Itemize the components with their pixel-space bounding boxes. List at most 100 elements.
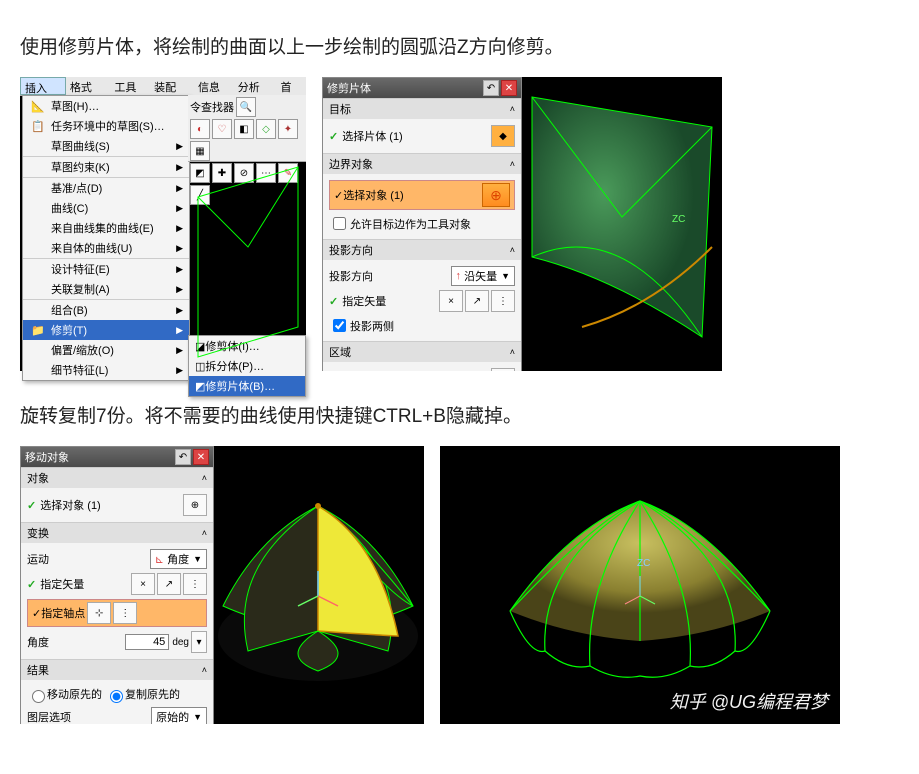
motion-select[interactable]: ⊾ 角度▼ <box>150 549 207 569</box>
section-boundary: 边界对象˄ ✓ 选择对象 (1) ⊕ 允许目标边作为工具对象 <box>323 153 521 239</box>
projection-dir-select[interactable]: ↑ 沿矢量▼ <box>451 266 515 286</box>
tool-icon[interactable]: ◧ <box>234 119 254 139</box>
allow-tool-row[interactable]: 允许目标边作为工具对象 <box>329 212 515 235</box>
section-title: 变换 <box>27 525 49 541</box>
menu-assembly[interactable]: 装配(A) <box>150 77 194 95</box>
check-icon: ✓ <box>32 607 41 620</box>
tool-icon[interactable]: ✦ <box>278 119 298 139</box>
select-object-icon[interactable]: ⊕ <box>183 494 207 516</box>
tool-icon[interactable]: 🔍 <box>236 97 256 117</box>
submenu-arrow-icon: ▶ <box>176 284 183 295</box>
trim-viewport[interactable]: ZC <box>522 77 722 371</box>
section-header[interactable]: 投影方向˄ <box>323 240 521 260</box>
proj-both-checkbox[interactable] <box>333 319 346 332</box>
radio-label: 复制原先的 <box>125 689 180 701</box>
angle-row: 角度 45 deg ▾ <box>27 629 207 655</box>
dialog-title: 移动对象 <box>25 449 69 465</box>
submenu-arrow-icon: ▶ <box>176 183 183 194</box>
specify-pivot-row[interactable]: ✓ 指定轴点 ⊹ ⋮ <box>27 599 207 627</box>
vector-btn-2[interactable]: ↗ <box>465 290 489 312</box>
angle-input[interactable]: 45 <box>125 634 169 650</box>
vec-btn[interactable]: ⋮ <box>183 573 207 595</box>
dialog-titlebar[interactable]: 修剪片体 ↶ ✕ <box>323 78 521 98</box>
section-header[interactable]: 目标˄ <box>323 99 521 119</box>
section-header[interactable]: 区域˄ <box>323 342 521 362</box>
toolbar-area: 令查找器 🔍 ◐ ♡ ◧ ◇ ✦ ▦ ◩ ✚ ⊘ ⋯ ✎ ╱ <box>188 95 306 162</box>
menu-task-sketch[interactable]: 📋任务环境中的草图(S)… <box>23 116 189 136</box>
menu-curve-from-set[interactable]: 来自曲线集的曲线(E)▶ <box>23 218 189 238</box>
menu-tools[interactable]: 工具(I) <box>110 77 150 95</box>
tool-icon[interactable]: ◐ <box>190 119 210 139</box>
result-viewport[interactable]: ZC <box>440 446 840 724</box>
close-button[interactable]: ✕ <box>501 80 517 96</box>
move-viewport[interactable] <box>212 446 424 724</box>
check-icon: ✓ <box>329 295 338 308</box>
specify-vector-row[interactable]: ✓ 指定矢量 × ↗ ⋮ <box>329 288 515 314</box>
menu-curve[interactable]: 曲线(C)▶ <box>23 198 189 218</box>
undo-button[interactable]: ↶ <box>483 80 499 96</box>
row-label: 选择对象 (1) <box>343 187 404 203</box>
dropdown-icon: ▼ <box>193 554 202 564</box>
dialog-titlebar[interactable]: 移动对象 ↶ ✕ <box>21 447 213 467</box>
pivot-btn[interactable]: ⋮ <box>113 602 137 624</box>
vec-btn[interactable]: ↗ <box>157 573 181 595</box>
screenshot-trim-dialog: 修剪片体 ↶ ✕ 目标˄ ✓ 选择片体 (1) ◆ 边界对象˄ <box>322 77 722 371</box>
figure-row-1: 插入(S) 格式(R) 工具(I) 装配(A) 信息(I) 分析(L) 首选 📐… <box>20 77 899 371</box>
vector-btn-3[interactable]: ⋮ <box>491 290 515 312</box>
menu-analysis[interactable]: 分析(L) <box>234 77 277 95</box>
menu-sketch-curve[interactable]: 草图曲线(S)▶ <box>23 136 189 157</box>
select-object-row[interactable]: ✓ 选择对象 (1) ⊕ <box>27 492 207 518</box>
menu-info[interactable]: 信息(I) <box>194 77 234 95</box>
menu-offset-scale[interactable]: 偏置/缩放(O)▶ <box>23 340 189 360</box>
menu-detail-feature[interactable]: 细节特征(L)▶ <box>23 360 189 380</box>
menu-pref[interactable]: 首选 <box>276 77 306 95</box>
menu-curve-from-body[interactable]: 来自体的曲线(U)▶ <box>23 238 189 259</box>
select-sheet-row[interactable]: ✓ 选择片体 (1) ◆ <box>329 123 515 149</box>
submenu-arrow-icon: ▶ <box>176 203 183 214</box>
copy-orig-radio[interactable]: 复制原先的 <box>105 686 180 703</box>
section-header[interactable]: 变换˄ <box>21 523 213 543</box>
instruction-text-2: 旋转复制7份。将不需要的曲线使用快捷键CTRL+B隐藏掉。 <box>20 401 899 428</box>
menu-sketch-constraint[interactable]: 草图约束(K)▶ <box>23 157 189 178</box>
tool-icon[interactable]: ◇ <box>256 119 276 139</box>
submenu-trim-sheet[interactable]: ◩修剪片体(B)… <box>189 376 305 396</box>
close-button[interactable]: ✕ <box>193 449 209 465</box>
menu-label: 草图(H)… <box>51 98 99 114</box>
submenu-arrow-icon: ▶ <box>176 305 183 316</box>
submenu-arrow-icon: ▶ <box>176 162 183 173</box>
section-header[interactable]: 边界对象˄ <box>323 154 521 174</box>
region-icon[interactable]: ▦ <box>491 368 515 371</box>
section-header[interactable]: 结果˄ <box>21 660 213 680</box>
proj-both-row[interactable]: 投影两侧 <box>329 314 515 337</box>
menubar: 插入(S) 格式(R) 工具(I) 装配(A) 信息(I) 分析(L) 首选 <box>20 77 306 96</box>
undo-button[interactable]: ↶ <box>175 449 191 465</box>
move-object-dialog: 移动对象 ↶ ✕ 对象˄ ✓ 选择对象 (1) ⊕ 变换˄ <box>20 446 214 724</box>
tool-icon[interactable]: ♡ <box>212 119 232 139</box>
allow-tool-checkbox[interactable] <box>333 217 346 230</box>
select-region-row[interactable]: ✓ 选择区域 (1) ▦ <box>329 366 515 371</box>
select-sheet-icon[interactable]: ◆ <box>491 125 515 147</box>
menu-trim[interactable]: 📁修剪(T)▶ <box>23 320 189 340</box>
menu-design-feature[interactable]: 设计特征(E)▶ <box>23 259 189 279</box>
layer-select[interactable]: 原始的▼ <box>151 707 207 724</box>
move-orig-radio[interactable]: 移动原先的 <box>27 686 102 703</box>
menu-datum[interactable]: 基准/点(D)▶ <box>23 178 189 198</box>
vec-btn[interactable]: × <box>131 573 155 595</box>
pivot-btn[interactable]: ⊹ <box>87 602 111 624</box>
menu-format[interactable]: 格式(R) <box>66 77 111 95</box>
menu-label: 任务环境中的草图(S)… <box>51 118 165 134</box>
row-label: 选择片体 (1) <box>342 128 489 144</box>
select-boundary-button[interactable]: ⊕ <box>482 183 510 207</box>
vector-btn-1[interactable]: × <box>439 290 463 312</box>
menu-sketch[interactable]: 📐草图(H)… <box>23 96 189 116</box>
select-boundary-row[interactable]: ✓ 选择对象 (1) ⊕ <box>329 180 515 210</box>
menu-combine[interactable]: 组合(B)▶ <box>23 300 189 320</box>
angle-unit: deg <box>172 637 189 648</box>
menu-assoc-copy[interactable]: 关联复制(A) ▶ <box>23 279 189 300</box>
axis-label-zc: ZC <box>672 214 685 225</box>
section-header[interactable]: 对象˄ <box>21 468 213 488</box>
menu-label: 关联复制(A) <box>51 281 110 297</box>
specify-vector-row[interactable]: ✓ 指定矢量 × ↗ ⋮ <box>27 571 207 597</box>
angle-dropdown[interactable]: ▾ <box>191 631 207 653</box>
menu-insert[interactable]: 插入(S) <box>20 77 66 95</box>
